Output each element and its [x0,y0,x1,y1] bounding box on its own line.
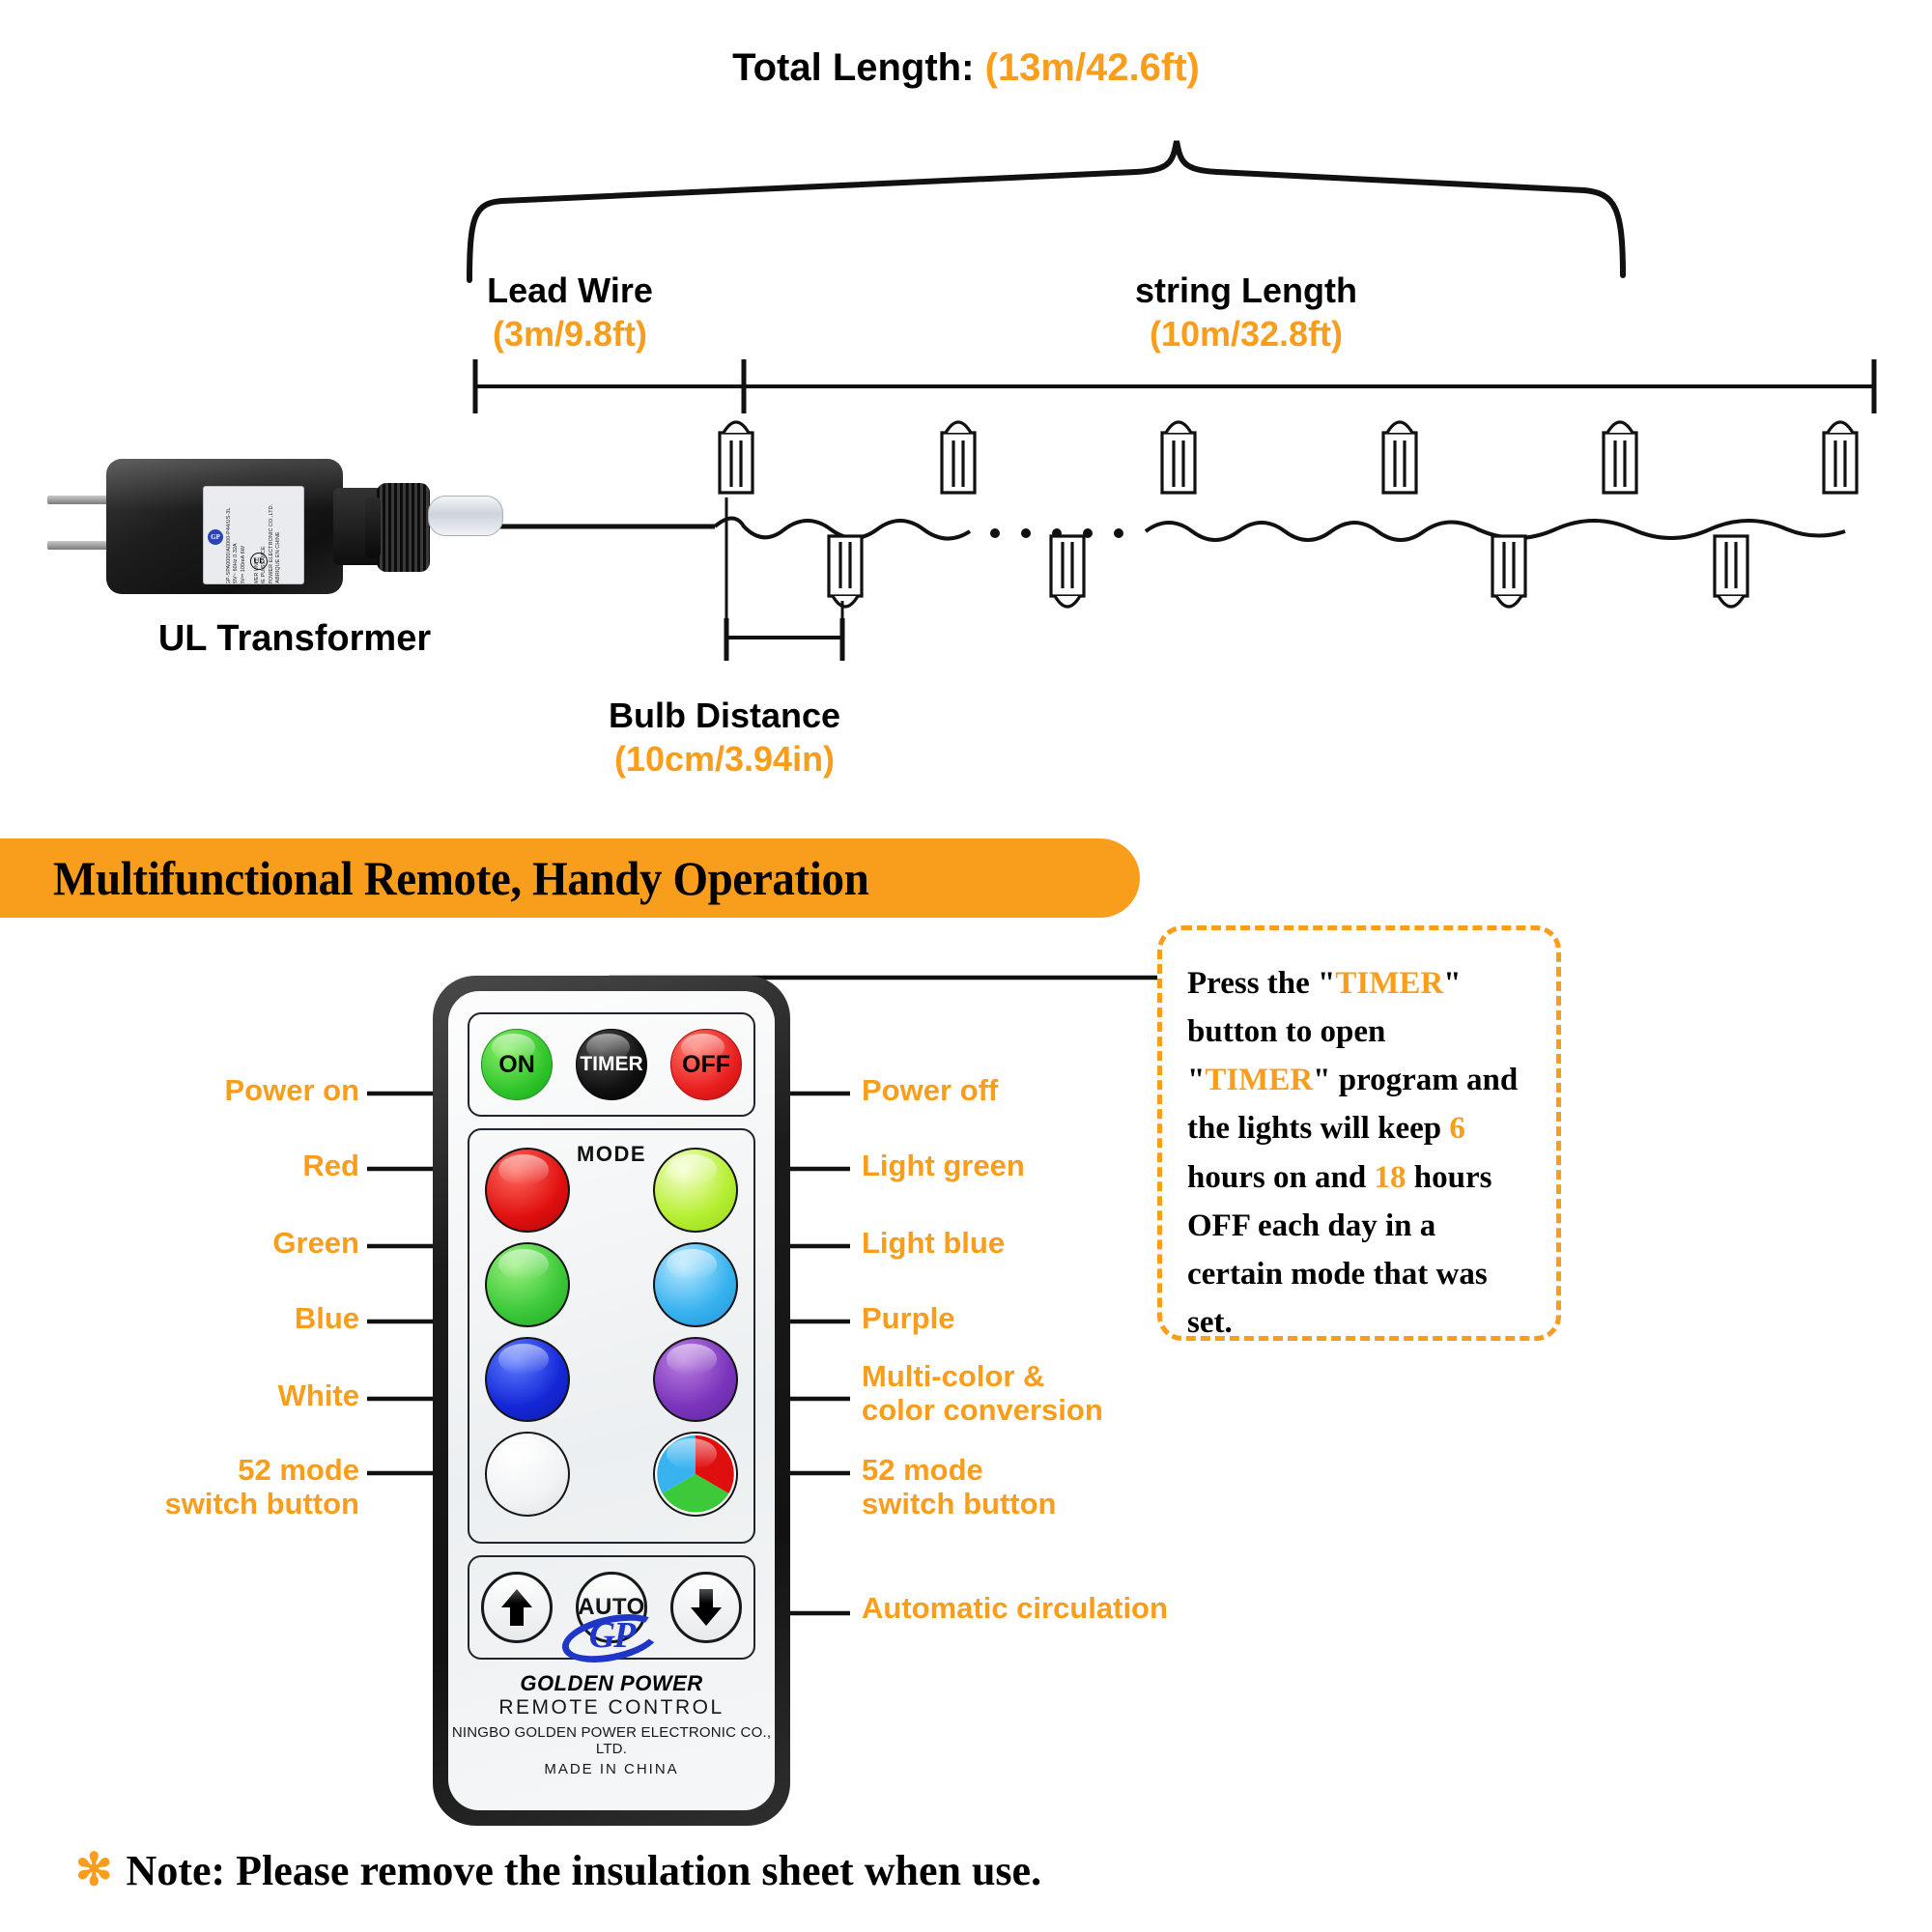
callout-purple: Purple [862,1301,955,1335]
timer-button-label: TIMER [580,1053,643,1075]
total-length-text: Total Length: [732,46,985,89]
color-blue-button[interactable] [485,1337,570,1422]
callout-multi-color: Multi-color & color conversion [862,1359,1103,1427]
ul-transformer-image: GP UL MODEL/MODELE: GP-SPA0000/A0000-P44… [47,449,503,604]
callout-blue: Blue [294,1301,359,1335]
plate-line-1: MODEL/MODELE: GP-SPA0000/A0000-P44/US-3L [225,507,232,584]
plate-line-4: E134265 Rainproof [247,496,254,583]
section-banner: Multifunctional Remote, Handy Operation [0,838,1140,918]
callout-auto-circulation: Automatic circulation [862,1591,1168,1625]
mode-row-4 [469,1432,753,1517]
infographic-page: Total Length: (13m/42.6ft) Lead Wire (3m… [0,0,1932,1932]
callout-green: Green [272,1226,359,1260]
remote-footer-line-3: MADE IN CHINA [544,1761,679,1777]
bottom-note: ✻ Note: Please remove the insulation shee… [75,1843,1814,1895]
bulb-distance-title: Bulb Distance [608,696,841,735]
timer-keyword-2: TIMER [1205,1063,1314,1098]
transformer-rating-plate: GP UL MODEL/MODELE: GP-SPA0000/A0000-P44… [203,486,304,584]
string-length-label: string Length (10m/32.8ft) [1014,269,1478,355]
callout-mode-left-line-1: 52 mode [238,1453,359,1487]
color-green-button[interactable] [485,1242,570,1327]
plate-line-2: INPUT/ENTREE: 120V~ 60Hz 0.32A [233,496,240,583]
remote-footer-line-1: REMOTE CONTROL [498,1696,724,1719]
bulb-group-down [827,534,1749,609]
gp-logo-text: GP [588,1615,637,1656]
bulb-group-up [718,420,1859,495]
mode-button-group: MODE [468,1128,755,1544]
string-light-diagram [467,140,1877,661]
power-button-group: ON TIMER OFF [468,1012,755,1117]
callout-power-off: Power off [862,1073,999,1107]
lead-wire-title: Lead Wire [487,270,653,310]
mode-row-3 [469,1337,753,1422]
callout-white: White [277,1378,359,1412]
ul-transformer-label: UL Transformer [157,618,432,659]
callout-multi-color-line-1: Multi-color & [862,1359,1045,1393]
callout-multi-color-line-2: color conversion [862,1392,1103,1427]
timer-button[interactable]: TIMER [576,1029,647,1100]
color-white-button[interactable] [485,1432,570,1517]
string-wire [713,516,1846,542]
callout-power-on: Power on [224,1073,359,1107]
remote-control: ON TIMER OFF MODE AUTO GP GOLDEN POWER R… [433,976,790,1826]
color-red-button[interactable] [485,1148,570,1233]
callout-light-green: Light green [862,1149,1025,1182]
total-length-brace [467,140,1626,283]
plate-line-8: MADE IN CHINA / FABRIQUE EN CHINE [274,531,281,584]
power-on-button[interactable]: ON [481,1029,553,1100]
timer-seg-1: Press the " [1187,966,1336,1001]
remote-footer-text: REMOTE CONTROL NINGBO GOLDEN POWER ELECT… [448,1696,775,1777]
transformer-body: GP UL MODEL/MODELE: GP-SPA0000/A0000-P44… [106,459,343,594]
multi-color-pie-icon [657,1435,734,1513]
lead-wire-label: Lead Wire (3m/9.8ft) [444,269,696,355]
note-star-icon: ✻ [75,1845,113,1894]
timer-info-text: Press the "TIMER" button to open "TIMER"… [1187,959,1531,1347]
clear-connector [428,496,503,536]
timer-seg-4: hours on and [1187,1159,1375,1195]
power-off-button-label: OFF [682,1050,730,1078]
bulb-distance-value: (10cm/3.94in) [613,739,836,779]
string-length-value: (10m/32.8ft) [1149,314,1344,354]
plate-line-3: OUTPUT/SORTIE: 8V⎓ 100mA 6W [240,496,246,583]
plate-line-7: NINGBO GOLDEN POWER ELECTRONIC CO.,LTD. [268,503,274,584]
golden-power-logo: GP GOLDEN POWER [448,1605,775,1696]
multi-color-button[interactable] [653,1432,738,1517]
golden-power-wordmark: GOLDEN POWER [520,1671,703,1695]
plate-line-6: CLASSE 2 UNITE DE PUISSANCE [261,496,268,583]
gp-brand-mark: GP [208,529,223,545]
callout-red: Red [302,1149,359,1182]
power-on-button-label: ON [498,1050,535,1078]
color-light-blue-button[interactable] [653,1242,738,1327]
string-length-title: string Length [1135,270,1357,310]
timer-hours-on: 6 [1449,1111,1465,1147]
timer-keyword-1: TIMER [1335,966,1444,1001]
total-length-value: (13m/42.6ft) [984,46,1200,89]
remote-footer-line-2: NINGBO GOLDEN POWER ELECTRONIC CO., LTD. [451,1724,772,1757]
plate-line-5: 3N1Z CLASS 2 POWER UNIT [254,496,261,583]
callout-mode-switch-left: 52 mode switch button [58,1453,359,1520]
plate-text-block: MODEL/MODELE: GP-SPA0000/A0000-P44/US-3L… [225,496,282,584]
note-text: Note: Please remove the insulation sheet… [126,1847,1042,1894]
mode-row-2 [469,1242,753,1327]
banner-title: Multifunctional Remote, Handy Operation [53,851,869,905]
callout-mode-left-line-2: switch button [164,1486,359,1520]
color-light-green-button[interactable] [653,1148,738,1233]
total-length-label: Total Length: (13m/42.6ft) [0,46,1932,90]
callout-light-blue: Light blue [862,1226,1006,1260]
power-off-button[interactable]: OFF [670,1029,742,1100]
callout-mode-switch-right: 52 mode switch button [862,1453,1057,1520]
callout-mode-right-line-2: switch button [862,1486,1057,1520]
gp-logo-mark: GP [557,1605,666,1671]
timer-hours-off: 18 [1374,1159,1406,1195]
waterproof-knob [365,483,430,572]
callout-mode-right-line-1: 52 mode [862,1453,983,1487]
bulb-distance-label: Bulb Distance (10cm/3.94in) [522,694,927,781]
color-purple-button[interactable] [653,1337,738,1422]
lead-wire-value: (3m/9.8ft) [492,314,648,354]
timer-info-box: Press the "TIMER" button to open "TIMER"… [1157,925,1561,1341]
remote-faceplate: ON TIMER OFF MODE AUTO GP GOLDEN POWER R… [448,991,775,1810]
